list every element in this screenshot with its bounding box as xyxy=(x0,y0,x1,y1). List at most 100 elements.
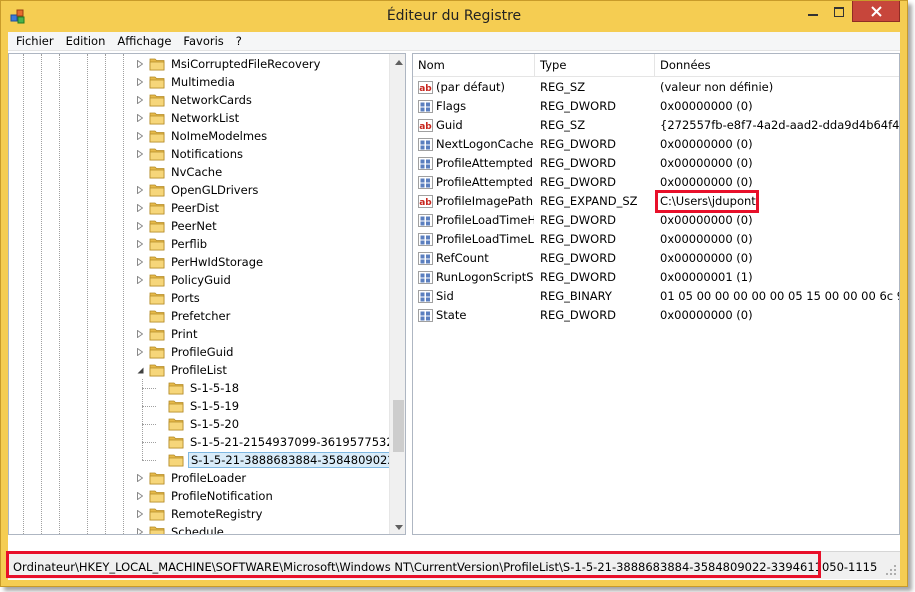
value-row[interactable]: State REG_DWORD 0x00000000 (0) xyxy=(413,306,899,325)
menu-fichier[interactable]: Fichier xyxy=(10,32,60,51)
tree-item[interactable]: RemoteRegistry xyxy=(135,505,264,523)
menu-help[interactable]: ? xyxy=(230,32,248,51)
expand-arrow-icon[interactable] xyxy=(135,59,145,69)
expand-arrow-icon[interactable] xyxy=(135,257,145,267)
tree-item[interactable]: OpenGLDrivers xyxy=(135,181,260,199)
tree-item[interactable]: PerHwIdStorage xyxy=(135,253,265,271)
menu-edition[interactable]: Edition xyxy=(60,32,112,51)
tree-item[interactable]: Schedule xyxy=(135,523,226,534)
value-row[interactable]: RunLogonScriptSync REG_DWORD 0x00000001 (1… xyxy=(413,268,899,287)
tree-item[interactable]: Prefetcher xyxy=(135,307,232,325)
collapse-arrow-icon[interactable] xyxy=(135,365,145,375)
value-row[interactable]: ab ProfileImagePath REG_EXPAND_SZ C:\Users\… xyxy=(413,190,899,213)
value-row[interactable]: Sid REG_BINARY 01 05 00 00 00 00 00 05 15 … xyxy=(413,287,899,306)
value-row[interactable]: Flags REG_DWORD 0x00000000 (0) xyxy=(413,97,899,116)
value-name: ProfileLoadTimeLow xyxy=(436,232,534,246)
tree-item[interactable]: MsiCorruptedFileRecovery xyxy=(135,55,322,73)
value-row[interactable]: ab Guid REG_SZ {272557fb-e8f7-4a2d-aad2-dda… xyxy=(413,116,899,135)
expand-arrow-icon[interactable] xyxy=(135,491,145,501)
tree-item-label: PerHwIdStorage xyxy=(171,255,264,269)
tree-item[interactable]: PolicyGuid xyxy=(135,271,233,289)
tree-item[interactable]: NetworkList xyxy=(135,109,241,127)
tree-item[interactable]: NoImeModelmes xyxy=(135,127,269,145)
tree-item[interactable]: S-1-5-20 xyxy=(154,415,241,433)
tree-item[interactable]: ProfileNotification xyxy=(135,487,275,505)
tree-connector xyxy=(154,437,164,447)
tree-item[interactable]: PeerNet xyxy=(135,217,219,235)
folder-icon xyxy=(149,508,165,521)
expand-arrow-icon[interactable] xyxy=(135,221,145,231)
value-type: REG_DWORD xyxy=(540,156,617,170)
expand-arrow-icon[interactable] xyxy=(135,473,145,483)
binary-value-icon xyxy=(418,290,433,303)
binary-value-icon xyxy=(418,271,433,284)
tree-item[interactable]: ProfileGuid xyxy=(135,343,235,361)
scrollbar-thumb[interactable] xyxy=(393,400,404,452)
value-row[interactable]: NextLogonCacheable REG_DWORD 0x00000000 (0… xyxy=(413,135,899,154)
value-data: 0x00000000 (0) xyxy=(660,308,753,322)
menu-affichage[interactable]: Affichage xyxy=(111,32,177,51)
tree-item-label: Prefetcher xyxy=(171,309,231,323)
resize-grip-icon[interactable] xyxy=(885,564,897,576)
expand-arrow-icon[interactable] xyxy=(135,131,145,141)
value-list-pane[interactable]: Nom Type Données ab (par défaut) REG_SZ (va… xyxy=(412,53,900,535)
column-header-type[interactable]: Type xyxy=(535,54,655,76)
tree-item[interactable]: Print xyxy=(135,325,199,343)
tree-item[interactable]: Ports xyxy=(135,289,202,307)
value-row[interactable]: ProfileLoadTimeHigh REG_DWORD 0x00000000 (… xyxy=(413,211,899,230)
tree-item[interactable]: PeerDist xyxy=(135,199,221,217)
expand-arrow-icon[interactable] xyxy=(135,203,145,213)
expand-arrow-icon[interactable] xyxy=(135,347,145,357)
expand-arrow-icon[interactable] xyxy=(135,275,145,285)
tree-item-label: NetworkCards xyxy=(171,93,252,107)
minimize-button[interactable] xyxy=(799,1,826,22)
expand-arrow-icon[interactable] xyxy=(135,509,145,519)
key-tree-pane[interactable]: MsiCorruptedFileRecovery Multimedia Networ… xyxy=(8,53,406,535)
tree-scrollbar[interactable] xyxy=(389,54,405,534)
value-row[interactable]: RefCount REG_DWORD 0x00000000 (0) xyxy=(413,249,899,268)
folder-icon xyxy=(149,184,165,197)
expand-arrow-icon[interactable] xyxy=(135,77,145,87)
value-row[interactable]: ab (par défaut) REG_SZ (valeur non définie) xyxy=(413,78,899,97)
binary-value-icon xyxy=(418,157,433,170)
binary-value-icon xyxy=(418,233,433,246)
tree-item[interactable]: S-1-5-21-2154937099-3619577532-5323 xyxy=(154,433,406,451)
scroll-down-button[interactable] xyxy=(390,519,405,534)
value-row[interactable]: ProfileLoadTimeLow REG_DWORD 0x00000000 (0… xyxy=(413,230,899,249)
expand-arrow-icon[interactable] xyxy=(135,329,145,339)
expand-arrow-icon[interactable] xyxy=(135,239,145,249)
tree-item-label: S-1-5-21-2154937099-3619577532-5323 xyxy=(190,435,406,449)
tree-item[interactable]: Notifications xyxy=(135,145,245,163)
tree-item[interactable]: ProfileLoader xyxy=(135,469,248,487)
expand-arrow-icon[interactable] xyxy=(135,149,145,159)
tree-item-label: NoImeModelmes xyxy=(171,129,268,143)
expand-arrow-icon[interactable] xyxy=(135,185,145,195)
tree-item-label: ProfileNotification xyxy=(171,489,273,503)
binary-value-icon xyxy=(418,309,433,322)
scroll-up-button[interactable] xyxy=(390,54,405,71)
tree-item[interactable]: NvCache xyxy=(135,163,224,181)
expand-arrow-icon[interactable] xyxy=(135,527,145,534)
expand-arrow-icon[interactable] xyxy=(135,95,145,105)
tree-guide-line xyxy=(105,54,106,534)
menu-favoris[interactable]: Favoris xyxy=(177,32,229,51)
tree-item[interactable]: S-1-5-21-3888683884-3584809022-3394 xyxy=(154,451,405,469)
close-button[interactable] xyxy=(852,1,900,22)
tree-item[interactable]: NetworkCards xyxy=(135,91,254,109)
value-type: REG_DWORD xyxy=(540,232,617,246)
column-header-data[interactable]: Données xyxy=(655,54,899,76)
tree-item[interactable]: ProfileList xyxy=(135,361,229,379)
maximize-button[interactable] xyxy=(826,1,852,22)
folder-icon xyxy=(149,94,165,107)
tree-guide-line xyxy=(123,54,124,534)
tree-item[interactable]: S-1-5-18 xyxy=(154,379,241,397)
value-type: REG_SZ xyxy=(540,80,586,94)
title-bar[interactable]: Éditeur du Registre xyxy=(1,1,907,32)
tree-item[interactable]: S-1-5-19 xyxy=(154,397,241,415)
tree-item[interactable]: Perflib xyxy=(135,235,209,253)
tree-item[interactable]: Multimedia xyxy=(135,73,237,91)
expand-arrow-icon[interactable] xyxy=(135,113,145,123)
minimize-icon xyxy=(807,13,818,16)
value-row[interactable]: ProfileAttemptedProfileDownloadTimeHigh R… xyxy=(413,154,899,173)
column-header-name[interactable]: Nom xyxy=(413,54,535,76)
